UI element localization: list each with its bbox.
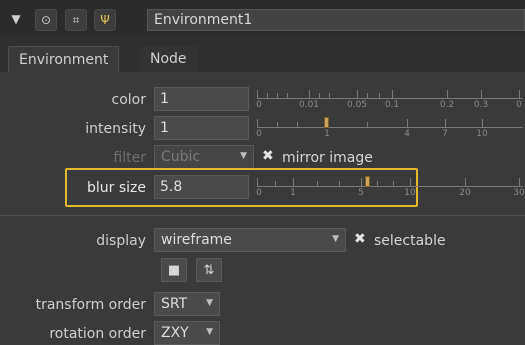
settings-icon[interactable]: Ψ: [94, 9, 116, 31]
tick-label: 10: [476, 129, 488, 139]
tick-label: 0: [256, 100, 262, 110]
blur-size-field[interactable]: 5.8: [154, 175, 249, 199]
tick-label: 7: [442, 129, 448, 139]
tab-bar: Environment Node: [0, 36, 525, 72]
collapse-triangle-icon[interactable]: ▼: [6, 9, 26, 29]
intensity-field[interactable]: 1: [154, 116, 249, 140]
tick-label: 1: [324, 129, 330, 139]
circle-toggle-icon[interactable]: ⊙: [35, 9, 57, 31]
transform-order-dropdown[interactable]: SRT ▼: [154, 292, 220, 316]
intensity-slider[interactable]: 0 1 4 7 10: [256, 113, 523, 143]
tab-node[interactable]: Node: [140, 46, 197, 72]
rotation-order-value: ZXY: [161, 325, 189, 341]
move-axis-icon[interactable]: ⇅: [196, 258, 222, 282]
tick-label: 5: [358, 188, 364, 198]
filter-value: Cubic: [161, 149, 201, 165]
tick-label: 1: [290, 188, 296, 198]
blur-size-label: blur size: [86, 180, 146, 196]
tab-environment[interactable]: Environment: [8, 46, 120, 72]
chevron-down-icon: ▼: [332, 234, 339, 244]
selectable-label: selectable: [374, 233, 446, 249]
display-value: wireframe: [161, 232, 232, 248]
transform-order-value: SRT: [161, 296, 188, 312]
tick-label: 0: [256, 129, 262, 139]
color-slider[interactable]: 0 0.01 0.05 0.1 0.2 0.3 0: [256, 84, 523, 114]
tick-label: 30: [513, 188, 525, 198]
display-label: display: [96, 233, 146, 249]
filter-label: filter: [113, 150, 146, 166]
tick-label: 0: [516, 100, 522, 110]
tick-label: 4: [404, 129, 410, 139]
selectable-checkbox[interactable]: ✖: [354, 231, 366, 247]
tick-label: 20: [459, 188, 471, 198]
blur-size-slider-handle[interactable]: [365, 176, 370, 187]
chevron-down-icon: ▼: [206, 298, 213, 308]
blur-size-slider[interactable]: 0 1 5 10 20 30: [256, 172, 525, 202]
tick-label: 10: [404, 188, 416, 198]
tick-label: 0.01: [298, 100, 320, 110]
rotation-order-dropdown[interactable]: ZXY ▼: [154, 321, 220, 345]
section-divider: [0, 215, 525, 216]
display-dropdown[interactable]: wireframe ▼: [154, 228, 346, 252]
folder-icon[interactable]: ■: [161, 258, 187, 282]
transform-order-label: transform order: [35, 297, 146, 313]
intensity-slider-handle[interactable]: [324, 117, 329, 128]
tick-label: 0.2: [439, 100, 455, 110]
tick-label: 0.1: [384, 100, 400, 110]
tick-label: 0: [256, 188, 262, 198]
intensity-label: intensity: [85, 121, 146, 137]
chevron-down-icon: ▼: [240, 151, 247, 161]
node-name-field[interactable]: Environment1: [147, 9, 525, 31]
grid-icon[interactable]: ⌗: [65, 9, 87, 31]
node-header: ▼ ⊙ ⌗ Ψ Environment1: [0, 0, 525, 36]
rotation-order-label: rotation order: [49, 326, 146, 342]
chevron-down-icon: ▼: [206, 327, 213, 337]
mirror-image-checkbox[interactable]: ✖: [262, 148, 274, 164]
filter-dropdown[interactable]: Cubic ▼: [154, 145, 254, 169]
mirror-image-label: mirror image: [282, 150, 373, 166]
tick-label: 0.05: [346, 100, 368, 110]
color-label: color: [111, 92, 146, 108]
color-field[interactable]: 1: [154, 87, 249, 111]
tick-label: 0.3: [473, 100, 489, 110]
